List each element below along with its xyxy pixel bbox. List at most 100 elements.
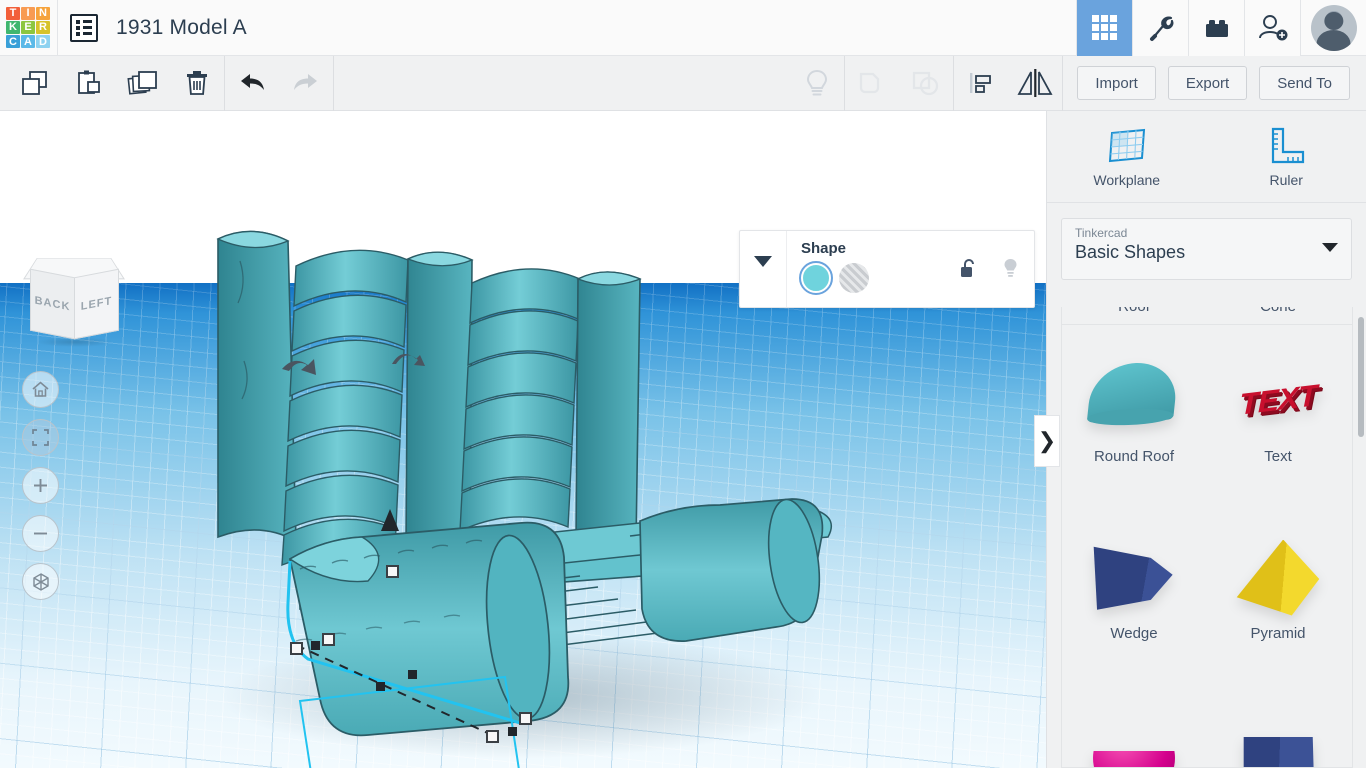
hexagon-thumbnail xyxy=(1234,737,1322,767)
shape-properties-panel: Shape xyxy=(739,230,1035,308)
shape-item-sphere[interactable] xyxy=(1062,679,1206,767)
logo-letter: A xyxy=(21,35,35,49)
shape-list-scrollbar[interactable] xyxy=(1358,317,1364,437)
shape-label: Wedge xyxy=(1110,624,1158,642)
perspective-toggle-icon[interactable] xyxy=(22,563,59,600)
shape-label: Text xyxy=(1264,447,1292,465)
library-provider: Tinkercad xyxy=(1075,226,1128,240)
workplane-tool[interactable]: Workplane xyxy=(1047,111,1207,202)
export-button[interactable]: Export xyxy=(1167,66,1248,100)
delete-trash-icon[interactable] xyxy=(170,56,224,111)
round-roof-thumbnail xyxy=(1086,361,1180,439)
resize-handle-top[interactable] xyxy=(386,565,399,578)
shape-item-text[interactable]: TEXT Text xyxy=(1206,325,1350,502)
home-view-icon[interactable] xyxy=(22,371,59,408)
duplicate-icon[interactable] xyxy=(116,56,170,111)
ungroup-icon[interactable] xyxy=(899,56,953,111)
text-thumbnail: TEXT xyxy=(1239,378,1317,422)
ruler-label: Ruler xyxy=(1269,172,1303,188)
shape-label: Pyramid xyxy=(1250,624,1306,642)
3d-canvas[interactable]: BACK LEFT Shape xyxy=(0,111,1046,768)
redo-arrow-icon[interactable] xyxy=(279,56,333,111)
toolbar-divider xyxy=(333,55,334,111)
shape-item-hexagon[interactable] xyxy=(1206,679,1350,767)
unlock-icon[interactable] xyxy=(959,258,979,280)
workplane-icon xyxy=(1106,125,1148,165)
move-handle-b[interactable] xyxy=(376,682,385,691)
view-cube[interactable]: BACK LEFT xyxy=(23,251,125,347)
shape-library-select[interactable]: Tinkercad Basic Shapes xyxy=(1061,218,1352,280)
shape-item-cone[interactable]: Cone xyxy=(1206,307,1350,325)
logo-divider xyxy=(57,0,58,56)
group-icon[interactable] xyxy=(845,56,899,111)
shape-row-2: Wedge Pyramid xyxy=(1062,502,1352,679)
send-to-button[interactable]: Send To xyxy=(1259,66,1350,100)
tinkercad-app: T I N K E R C A D 1931 Model A Import Ex… xyxy=(0,0,1366,768)
paste-icon[interactable] xyxy=(62,56,116,111)
logo-letter: R xyxy=(36,20,50,35)
pyramid-thumbnail xyxy=(1234,539,1322,616)
resize-handle-far-left[interactable] xyxy=(290,642,303,655)
zoom-out-icon[interactable] xyxy=(22,515,59,552)
shape-item-pyramid[interactable]: Pyramid xyxy=(1206,502,1350,679)
align-icon[interactable] xyxy=(954,56,1008,111)
move-handle-a[interactable] xyxy=(408,670,417,679)
logo-letter: E xyxy=(21,20,35,35)
shape-label: Cone xyxy=(1260,307,1296,315)
page-title: 1931 Model A xyxy=(116,15,247,39)
ruler-icon xyxy=(1266,125,1306,165)
resize-handle-bottom[interactable] xyxy=(486,730,499,743)
panel-collapse-tab[interactable]: ❯ xyxy=(1034,415,1060,467)
panel-collapse-icon[interactable] xyxy=(740,231,787,307)
chevron-down-icon xyxy=(1322,243,1338,253)
shape-row-1: Round Roof TEXT Text xyxy=(1062,325,1352,502)
logo-letter: T xyxy=(6,6,20,20)
avatar[interactable] xyxy=(1300,0,1366,56)
view-cube-left-face[interactable]: LEFT xyxy=(74,268,119,340)
view-nav-buttons xyxy=(22,371,59,600)
shape-label: Roof xyxy=(1118,307,1150,315)
shape-item-roof[interactable]: Roof xyxy=(1062,307,1206,325)
logo-letter: D xyxy=(36,35,50,49)
shape-row-3 xyxy=(1062,679,1352,767)
shape-item-wedge[interactable]: Wedge xyxy=(1062,502,1206,679)
add-person-icon[interactable] xyxy=(1244,0,1300,56)
lightbulb-hint-icon[interactable] xyxy=(790,56,844,111)
pickaxe-icon[interactable] xyxy=(1132,0,1188,56)
fit-to-view-icon[interactable] xyxy=(22,419,59,456)
logo-letter: N xyxy=(36,6,50,20)
library-collection: Basic Shapes xyxy=(1075,242,1186,262)
lightbulb-icon[interactable] xyxy=(1001,257,1020,280)
shape-row-partial-top: Roof Cone xyxy=(1062,307,1352,325)
logo-letter: I xyxy=(21,6,35,20)
logo-letter: K xyxy=(6,20,20,35)
move-handle-d[interactable] xyxy=(508,727,517,736)
tinkercad-logo[interactable]: T I N K E R C A D xyxy=(0,0,56,56)
view-cube-back-face[interactable]: BACK xyxy=(30,268,75,340)
move-handle-c[interactable] xyxy=(311,641,320,650)
logo-letter: C xyxy=(6,35,20,49)
resize-handle-bottom-right[interactable] xyxy=(519,712,532,725)
shape-label: Round Roof xyxy=(1093,447,1175,465)
resize-handle-mid-left[interactable] xyxy=(322,633,335,646)
avatar-image xyxy=(1310,4,1357,51)
solid-color-swatch[interactable] xyxy=(799,261,833,295)
right-sidebar: Workplane Ruler Tinkercad Basic Shapes R… xyxy=(1046,111,1366,768)
shape-panel-title: Shape xyxy=(801,240,847,257)
ruler-tool[interactable]: Ruler xyxy=(1207,111,1366,202)
hole-swatch[interactable] xyxy=(839,263,869,293)
copy-icon[interactable] xyxy=(8,56,62,111)
shape-item-round-roof[interactable]: Round Roof xyxy=(1062,325,1206,502)
import-button[interactable]: Import xyxy=(1077,66,1156,100)
shape-library-grid[interactable]: Roof Cone Round Roof TEXT Text xyxy=(1061,307,1353,768)
dashboard-grid-icon[interactable] xyxy=(1076,0,1132,56)
brick-icon[interactable] xyxy=(1188,0,1244,56)
list-menu-icon[interactable] xyxy=(70,13,98,42)
zoom-in-icon[interactable] xyxy=(22,467,59,504)
top-right-actions xyxy=(1076,0,1366,56)
seat-model[interactable] xyxy=(0,111,1046,768)
workplane-label: Workplane xyxy=(1093,172,1161,188)
top-bar: T I N K E R C A D 1931 Model A xyxy=(0,0,1366,56)
undo-arrow-icon[interactable] xyxy=(225,56,279,111)
mirror-icon[interactable] xyxy=(1008,56,1062,111)
